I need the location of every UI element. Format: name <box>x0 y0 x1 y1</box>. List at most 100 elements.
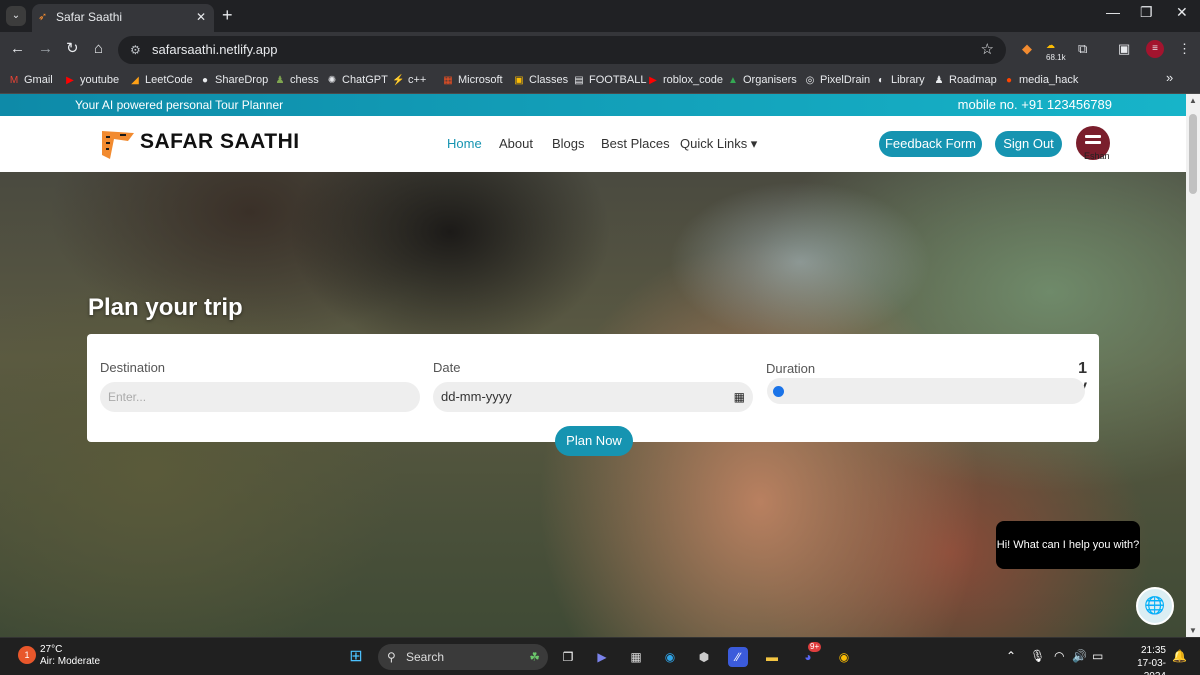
scrollbar-thumb[interactable] <box>1189 114 1197 194</box>
bookmark-sharedrop[interactable]: ● ShareDrop <box>199 73 268 88</box>
bookmark-library[interactable]: ◐ Library <box>875 73 925 88</box>
plan-now-button[interactable]: Plan Now <box>555 426 633 456</box>
system-clock[interactable]: 21:35 17-03-2024 <box>1118 644 1166 675</box>
reload-icon[interactable]: ↻ <box>66 40 79 58</box>
reddit-icon: ● <box>1005 75 1013 86</box>
new-tab-plus-icon[interactable]: + <box>222 5 233 25</box>
site-info-icon[interactable]: ⚙ <box>130 36 141 64</box>
tray-overflow-icon[interactable]: ⌃ <box>1006 649 1016 663</box>
leetcode-icon: ◢ <box>131 75 139 86</box>
minimize-icon[interactable]: — <box>1106 4 1120 20</box>
battery-icon[interactable]: ▭ <box>1092 649 1103 663</box>
tab-active[interactable]: ➶ Safar Saathi ✕ <box>32 4 214 32</box>
microphone-icon[interactable]: 🎙 <box>1030 649 1045 663</box>
bookmark-media-hack[interactable]: ● media_hack <box>1003 73 1078 88</box>
youtube-icon: ▶ <box>66 75 74 86</box>
bookmark-roadmap[interactable]: ♟ Roadmap <box>933 73 997 88</box>
bookmark-chess[interactable]: ♟ chess <box>274 73 319 88</box>
bookmark-classes[interactable]: ▣ Classes <box>513 73 568 88</box>
calendar-icon[interactable]: ▦ <box>734 382 745 412</box>
nav-best-places[interactable]: Best Places <box>601 136 670 151</box>
bookmarks-overflow-icon[interactable]: » <box>1166 71 1173 85</box>
taskbar-search[interactable]: ⚲ Search ☘ <box>378 644 548 670</box>
back-arrow-icon[interactable]: ← <box>10 40 25 58</box>
weather-icon[interactable]: 1 <box>18 646 36 664</box>
side-panel-icon[interactable]: ▣ <box>1118 40 1130 58</box>
browser-menu-icon[interactable]: ⋮ <box>1178 40 1191 58</box>
nav-about[interactable]: About <box>499 136 533 151</box>
nav-quick-links-dropdown[interactable]: Quick Links ▾ <box>680 136 757 152</box>
teams-icon[interactable]: ▶ <box>592 647 612 667</box>
date-input[interactable]: dd-mm-yyyy ▦ <box>433 382 753 412</box>
bookmark-label: c++ <box>408 74 427 86</box>
bookmark-pixeldrain[interactable]: ◎ PixelDrain <box>804 73 871 88</box>
date-value: dd-mm-yyyy <box>441 389 512 404</box>
wifi-icon[interactable]: ◠ <box>1054 649 1064 663</box>
file-explorer-icon[interactable]: ▬ <box>762 647 782 667</box>
volume-icon[interactable]: 🔊 <box>1072 649 1087 663</box>
edge-icon[interactable]: ◉ <box>660 647 680 667</box>
page-scrollbar[interactable]: ▲ ▼ <box>1186 94 1200 637</box>
feedback-form-button[interactable]: Feedback Form <box>879 131 982 157</box>
home-icon[interactable]: ⌂ <box>94 40 103 58</box>
football-icon: ▤ <box>574 75 584 86</box>
task-view-icon[interactable]: ❐ <box>558 647 578 667</box>
drive-icon: ▲ <box>728 75 738 86</box>
forward-arrow-icon[interactable]: → <box>38 40 53 58</box>
top-info-strip: Your AI powered personal Tour Planner mo… <box>0 94 1186 116</box>
brand-name[interactable]: SAFAR SAATHI <box>140 130 300 154</box>
chatbot-globe-icon[interactable]: 🌐 <box>1136 587 1174 625</box>
sign-out-button[interactable]: Sign Out <box>995 131 1062 157</box>
notification-bell-icon[interactable]: 🔔 <box>1172 649 1187 663</box>
boomerang-logo-icon[interactable] <box>98 127 138 163</box>
windows-start-icon[interactable]: ⊞ <box>346 647 366 667</box>
bookmark-label: Classes <box>529 74 569 86</box>
bookmark-microsoft[interactable]: ▦ Microsoft <box>442 73 502 88</box>
extension-fox-icon[interactable]: ◆ <box>1022 40 1032 58</box>
store-icon[interactable]: ▦ <box>626 647 646 667</box>
weather-widget[interactable]: 27°C Air: Moderate <box>40 644 100 668</box>
bookmark-label: youtube <box>80 74 120 86</box>
duration-label: Duration <box>766 361 816 376</box>
bookmark-gmail[interactable]: M Gmail <box>8 73 53 88</box>
tab-search-dropdown-icon[interactable]: ⌄ <box>6 6 26 26</box>
bookmark-label: Organisers <box>743 74 797 86</box>
close-window-icon[interactable]: ✕ <box>1176 4 1188 21</box>
bookmark-star-icon[interactable]: ☆ <box>981 36 994 64</box>
clock-time: 21:35 <box>1140 645 1166 656</box>
chrome-icon[interactable]: ◉ <box>834 647 854 667</box>
roadmap-icon: ♟ <box>934 75 944 86</box>
tab-close-icon[interactable]: ✕ <box>196 4 206 30</box>
duration-slider[interactable] <box>767 378 1085 404</box>
nav-home[interactable]: Home <box>447 136 482 151</box>
avatar-bar <box>1085 141 1101 144</box>
bookmark-label: Gmail <box>24 74 53 86</box>
bookmark-organisers[interactable]: ▲ Organisers <box>727 73 797 88</box>
bookmark-label: PixelDrain <box>820 74 871 86</box>
scroll-down-icon[interactable]: ▼ <box>1189 626 1197 635</box>
bookmark-football[interactable]: ▤ FOOTBALL <box>573 73 646 88</box>
bookmark-youtube[interactable]: ▶ youtube <box>64 73 119 88</box>
app-icon[interactable]: ⬢ <box>694 647 714 667</box>
nav-blogs[interactable]: Blogs <box>552 136 585 151</box>
youtube-icon: ▶ <box>649 75 657 86</box>
profile-avatar-icon[interactable]: ≡ <box>1146 40 1164 58</box>
destination-input[interactable]: Enter... <box>100 382 420 412</box>
search-label: Search <box>406 650 445 664</box>
scroll-up-icon[interactable]: ▲ <box>1189 96 1197 105</box>
bookmark-roblox[interactable]: ▶ roblox_code <box>647 73 723 88</box>
address-bar[interactable]: ⚙ safarsaathi.netlify.app ☆ <box>118 36 1006 64</box>
bookmark-leetcode[interactable]: ◢ LeetCode <box>129 73 193 88</box>
pixeldrain-icon: ◎ <box>805 75 815 86</box>
code-app-icon[interactable]: ∕∕ <box>728 647 748 667</box>
bookmark-label: Library <box>891 74 925 86</box>
chatbot-greeting-bubble[interactable]: Hi! What can I help you with? <box>996 521 1140 569</box>
bookmark-cpp[interactable]: ⚡ c++ <box>392 73 426 88</box>
bookmark-chatgpt[interactable]: ✺ ChatGPT <box>326 73 388 88</box>
chess-icon: ♟ <box>275 75 285 86</box>
duration-slider-handle[interactable] <box>773 386 784 397</box>
bookmark-label: ShareDrop <box>215 74 269 86</box>
extensions-puzzle-icon[interactable]: ⧉ <box>1078 40 1087 58</box>
windows-taskbar: 1 27°C Air: Moderate ⊞ ⚲ Search ☘ ❐ ▶ ▦ … <box>0 637 1200 675</box>
restore-icon[interactable]: ❐ <box>1140 4 1153 21</box>
